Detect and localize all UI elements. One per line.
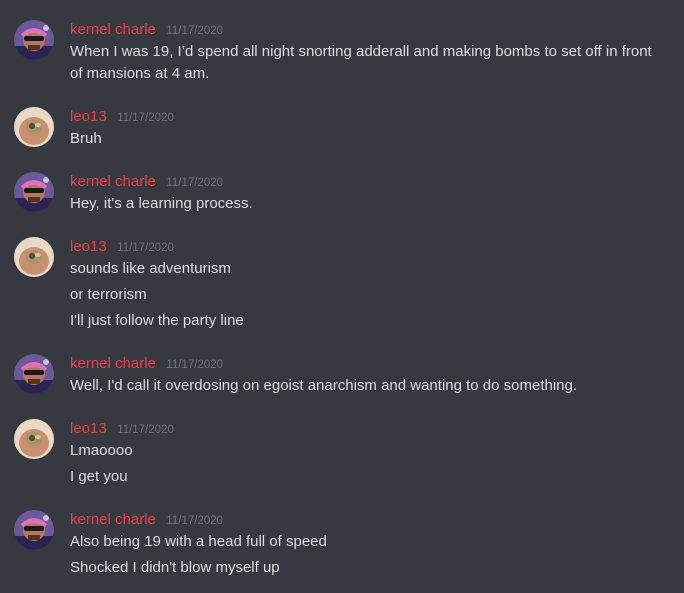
message-text: Shocked I didn't blow myself up <box>70 559 280 576</box>
avatar-kernel-charle[interactable] <box>14 354 54 394</box>
message-header: kernel charle 11/17/2020 <box>70 172 223 192</box>
message-text: or terrorism <box>70 286 147 303</box>
avatar-leo13-icon <box>14 419 54 459</box>
timestamp: 11/17/2020 <box>166 177 224 189</box>
avatar-kernel-charle-icon <box>14 172 54 212</box>
message-header: kernel charle 11/17/2020 <box>70 20 223 40</box>
avatar-kernel-charle-icon <box>14 20 54 60</box>
message-header: leo13 11/17/2020 <box>70 419 174 439</box>
message-header: kernel charle 11/17/2020 <box>70 354 223 374</box>
timestamp: 11/17/2020 <box>117 112 174 124</box>
avatar-kernel-charle-icon <box>14 510 54 550</box>
timestamp: 11/17/2020 <box>117 242 174 254</box>
avatar-kernel-charle[interactable] <box>14 510 54 550</box>
message-text: I'll just follow the party line <box>70 312 244 329</box>
username[interactable]: kernel charle <box>70 511 156 528</box>
message-text: Also being 19 with a head full of speed <box>70 533 327 550</box>
timestamp: 11/17/2020 <box>117 424 174 436</box>
username[interactable]: leo13 <box>70 108 107 125</box>
message-header: leo13 11/17/2020 <box>70 107 174 127</box>
username[interactable]: leo13 <box>70 420 107 437</box>
username[interactable]: leo13 <box>70 238 107 255</box>
message-text: Bruh <box>70 130 102 147</box>
message-text: I get you <box>70 468 128 485</box>
message-list: kernel charle 11/17/2020 When I was 19, … <box>0 0 684 593</box>
username[interactable]: kernel charle <box>70 173 156 190</box>
timestamp: 11/17/2020 <box>166 25 224 37</box>
message-text: Lmaoooo <box>70 442 133 459</box>
avatar-leo13-icon <box>14 237 54 277</box>
avatar-leo13-icon <box>14 107 54 147</box>
timestamp: 11/17/2020 <box>166 359 224 371</box>
message-text: Well, I'd call it overdosing on egoist a… <box>70 377 578 394</box>
timestamp: 11/17/2020 <box>166 515 224 527</box>
username[interactable]: kernel charle <box>70 21 156 38</box>
avatar-leo13[interactable] <box>14 237 54 277</box>
avatar-kernel-charle[interactable] <box>14 172 54 212</box>
username[interactable]: kernel charle <box>70 355 156 372</box>
avatar-leo13[interactable] <box>14 107 54 147</box>
avatar-kernel-charle-icon <box>14 354 54 394</box>
avatar-kernel-charle[interactable] <box>14 20 54 60</box>
avatar-leo13[interactable] <box>14 419 54 459</box>
message-text: Hey, it's a learning process. <box>70 195 253 212</box>
message-text: When I was 19, I’d spend all night snort… <box>70 43 652 82</box>
message-header: kernel charle 11/17/2020 <box>70 510 223 530</box>
message-text: sounds like adventurism <box>70 260 231 277</box>
message-header: leo13 11/17/2020 <box>70 237 174 257</box>
